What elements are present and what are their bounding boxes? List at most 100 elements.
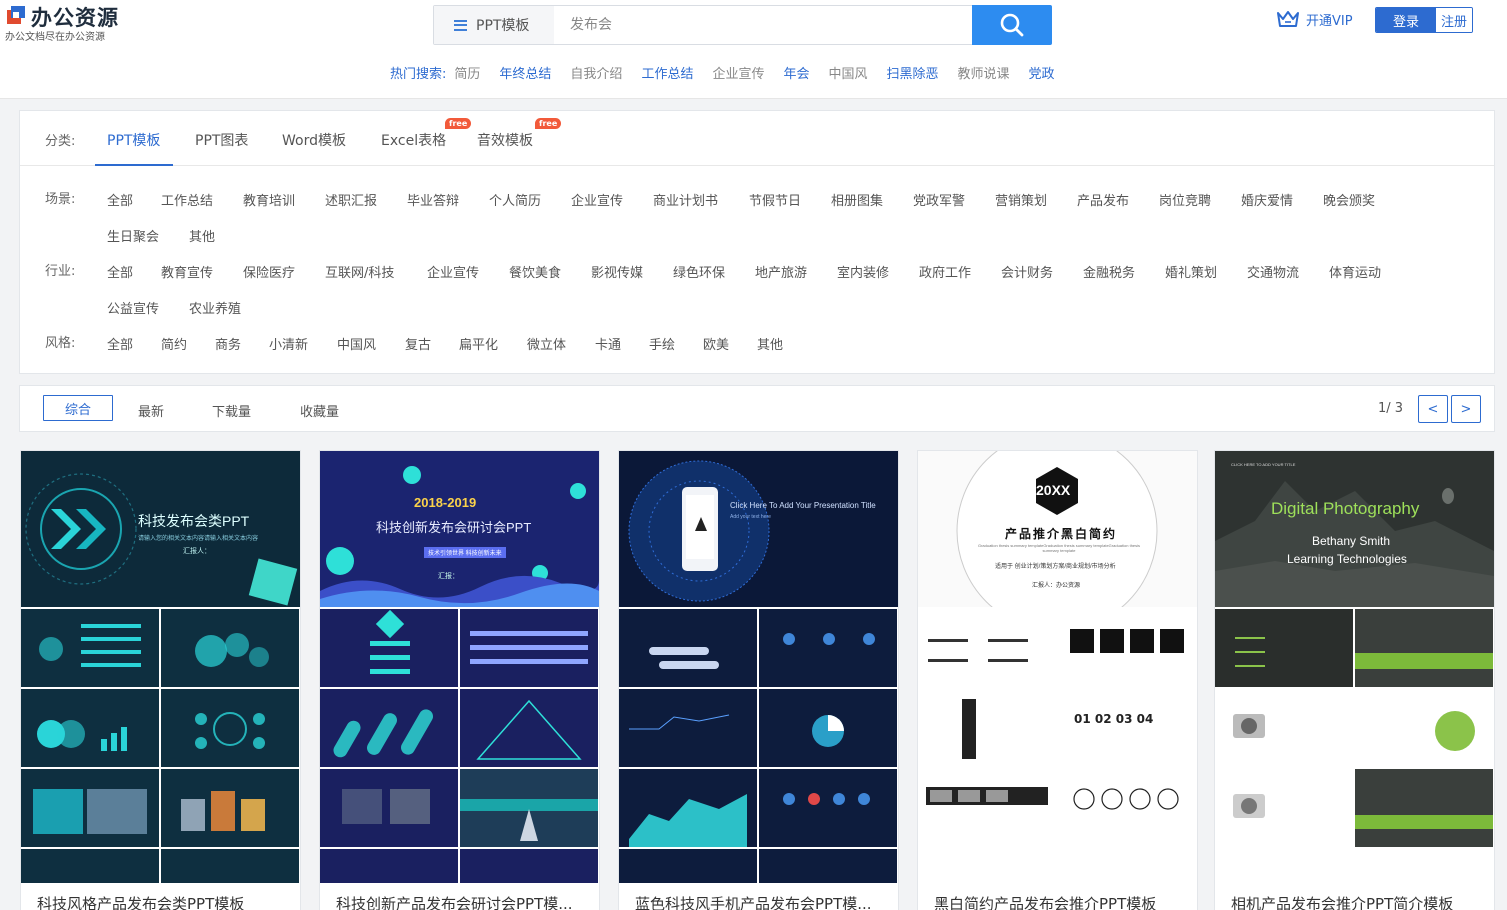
style-option[interactable]: 中国风: [337, 334, 376, 353]
style-option[interactable]: 简约: [161, 334, 187, 353]
search-input[interactable]: [554, 6, 972, 44]
preview-slide: [460, 609, 598, 687]
scene-option[interactable]: 相册图集: [831, 190, 883, 209]
category-tab-excel-label: Excel表格: [381, 133, 447, 149]
scene-option[interactable]: 产品发布: [1077, 190, 1129, 209]
sort-newest[interactable]: 最新: [138, 401, 164, 420]
industry-option[interactable]: 绿色环保: [673, 262, 725, 281]
industry-option[interactable]: 公益宣传: [107, 298, 159, 317]
scene-option[interactable]: 其他: [189, 226, 215, 245]
sort-favorites[interactable]: 收藏量: [300, 401, 339, 420]
hot-term[interactable]: 党政: [1029, 63, 1055, 82]
card-title[interactable]: 相机产品发布会推介PPT简介模板: [1231, 893, 1483, 910]
category-tab-word[interactable]: Word模板: [282, 130, 346, 150]
preview-slide: [1355, 609, 1493, 687]
scene-option[interactable]: 晚会颁奖: [1323, 190, 1375, 209]
industry-option[interactable]: 保险医疗: [243, 262, 295, 281]
style-option[interactable]: 复古: [405, 334, 431, 353]
category-tab-ppt[interactable]: PPT模板: [107, 130, 160, 150]
industry-option[interactable]: 教育宣传: [161, 262, 213, 281]
cover-slide: 科技发布会类PPT 请输入您的相关文本内容请输入相关文本内容 汇报人：: [21, 451, 300, 607]
register-button[interactable]: 注册: [1436, 8, 1472, 32]
card-thumbnail[interactable]: CLICK HERE TO ADD YOUR TITLE Digital Pho…: [1215, 451, 1494, 883]
next-page-button[interactable]: >: [1451, 395, 1481, 423]
industry-option[interactable]: 地产旅游: [755, 262, 807, 281]
vip-link[interactable]: 开通VIP: [1276, 9, 1353, 29]
category-tab-audio[interactable]: 音效模板 free: [477, 118, 562, 150]
scene-option[interactable]: 教育培训: [243, 190, 295, 209]
industry-option[interactable]: 体育运动: [1329, 262, 1381, 281]
industry-option[interactable]: 交通物流: [1247, 262, 1299, 281]
hot-term[interactable]: 企业宣传: [712, 63, 764, 82]
industry-option[interactable]: 政府工作: [919, 262, 971, 281]
style-option[interactable]: 欧美: [703, 334, 729, 353]
card-title[interactable]: 科技创新产品发布会研讨会PPT模...: [336, 893, 588, 910]
scene-option[interactable]: 企业宣传: [571, 190, 623, 209]
scene-option[interactable]: 岗位竞聘: [1159, 190, 1211, 209]
category-tab-excel[interactable]: Excel表格 free: [381, 118, 472, 150]
scene-option[interactable]: 全部: [107, 190, 133, 209]
industry-option[interactable]: 影视传媒: [591, 262, 643, 281]
hot-term[interactable]: 自我介绍: [570, 63, 622, 82]
style-option[interactable]: 其他: [757, 334, 783, 353]
scene-option[interactable]: 婚庆爱情: [1241, 190, 1293, 209]
scene-option[interactable]: 营销策划: [995, 190, 1047, 209]
hot-term[interactable]: 扫黑除恶: [887, 63, 939, 82]
hot-term[interactable]: 年终总结: [499, 63, 551, 82]
search-button[interactable]: [972, 5, 1052, 45]
card-thumbnail[interactable]: 科技发布会类PPT 请输入您的相关文本内容请输入相关文本内容 汇报人：: [21, 451, 300, 883]
logo-slogan: 办公文档尽在办公资源: [5, 32, 105, 43]
site-logo[interactable]: 办公资源 办公文档尽在办公资源: [3, 2, 123, 43]
hot-term[interactable]: 工作总结: [641, 63, 693, 82]
sort-downloads[interactable]: 下载量: [212, 401, 251, 420]
template-card[interactable]: Click Here To Add Your Presentation Titl…: [618, 450, 899, 910]
industry-option[interactable]: 会计财务: [1001, 262, 1053, 281]
category-tab-ppt-chart[interactable]: PPT图表: [195, 130, 248, 150]
style-option[interactable]: 小清新: [269, 334, 308, 353]
industry-option[interactable]: 互联网/科技: [325, 262, 394, 281]
card-thumbnail[interactable]: 20XX 产品推介黑白简约 Graduation thesis summary …: [918, 451, 1197, 883]
style-option[interactable]: 手绘: [649, 334, 675, 353]
industry-option[interactable]: 农业养殖: [189, 298, 241, 317]
industry-option[interactable]: 金融税务: [1083, 262, 1135, 281]
scene-option[interactable]: 毕业答辩: [407, 190, 459, 209]
scene-option[interactable]: 商业计划书: [653, 190, 718, 209]
sort-composite[interactable]: 综合: [43, 395, 113, 421]
card-thumbnail[interactable]: Click Here To Add Your Presentation Titl…: [619, 451, 898, 883]
scene-option[interactable]: 党政军警: [913, 190, 965, 209]
search-category-select[interactable]: PPT模板: [434, 6, 554, 44]
style-option[interactable]: 微立体: [527, 334, 566, 353]
scene-option[interactable]: 生日聚会: [107, 226, 159, 245]
industry-option[interactable]: 婚礼策划: [1165, 262, 1217, 281]
card-title[interactable]: 黑白简约产品发布会推介PPT模板: [934, 893, 1186, 910]
login-button[interactable]: 登录: [1376, 8, 1436, 32]
style-option[interactable]: 扁平化: [459, 334, 498, 353]
template-card[interactable]: 2018-2019 科技创新发布会研讨会PPT 技术引领世界 科技创新未来 汇报…: [319, 450, 600, 910]
style-option[interactable]: 全部: [107, 334, 133, 353]
style-option[interactable]: 商务: [215, 334, 241, 353]
scene-option[interactable]: 工作总结: [161, 190, 213, 209]
prev-page-button[interactable]: <: [1418, 395, 1448, 423]
industry-option[interactable]: 室内装修: [837, 262, 889, 281]
hot-term[interactable]: 中国风: [828, 63, 867, 82]
scene-option[interactable]: 述职汇报: [325, 190, 377, 209]
card-title[interactable]: 蓝色科技风手机产品发布会PPT模...: [635, 893, 887, 910]
card-title[interactable]: 科技风格产品发布会类PPT模板: [37, 893, 289, 910]
industry-option[interactable]: 餐饮美食: [509, 262, 561, 281]
hot-term[interactable]: 简历: [454, 63, 480, 82]
card-thumbnail[interactable]: 2018-2019 科技创新发布会研讨会PPT 技术引领世界 科技创新未来 汇报…: [320, 451, 599, 883]
scene-option[interactable]: 节假节日: [749, 190, 801, 209]
style-option[interactable]: 卡通: [595, 334, 621, 353]
scene-option[interactable]: 个人简历: [489, 190, 541, 209]
slide-grid: [21, 609, 300, 883]
template-card[interactable]: CLICK HERE TO ADD YOUR TITLE Digital Pho…: [1214, 450, 1495, 910]
industry-option[interactable]: 全部: [107, 262, 133, 281]
template-card[interactable]: 20XX 产品推介黑白简约 Graduation thesis summary …: [917, 450, 1198, 910]
preview-slide: [1215, 609, 1353, 687]
hot-term[interactable]: 年会: [783, 63, 809, 82]
industry-option[interactable]: 企业宣传: [427, 262, 479, 281]
preview-slide: [1215, 689, 1353, 767]
cover-subtitle: Add your text here: [730, 514, 771, 520]
hot-term[interactable]: 教师说课: [958, 63, 1010, 82]
template-card[interactable]: 科技发布会类PPT 请输入您的相关文本内容请输入相关文本内容 汇报人： 科技风格…: [20, 450, 301, 910]
